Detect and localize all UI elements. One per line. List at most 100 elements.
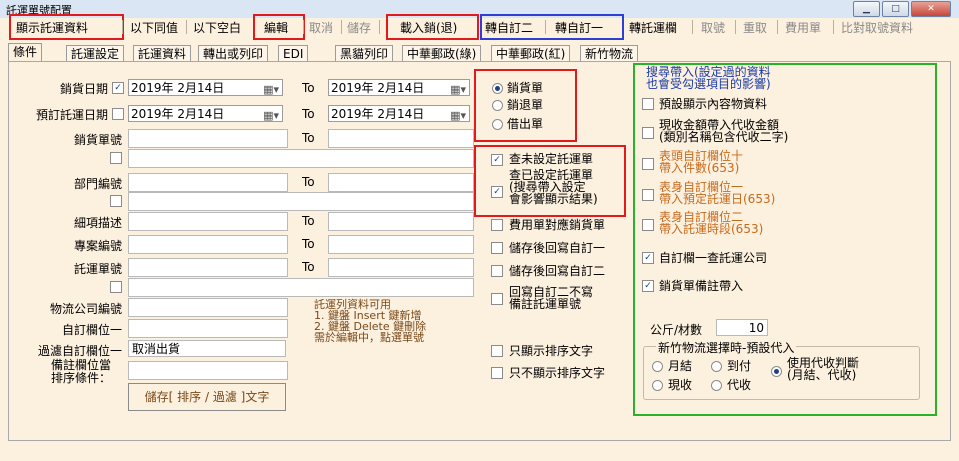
- load-pin-return-button[interactable]: 載入銷(退): [400, 19, 457, 37]
- filter-custom1-input[interactable]: 取消出貨: [128, 340, 286, 357]
- tab-shipment-settings[interactable]: 託運設定: [66, 45, 125, 62]
- sales-no-to[interactable]: [328, 129, 474, 148]
- body-custom1-checkbox[interactable]: [642, 189, 654, 201]
- minimize-button[interactable]: ▁: [853, 1, 880, 17]
- query-set-label: 查已設定託運單 (搜尋帶入設定 會影響顯示結果): [509, 168, 598, 206]
- tab-post-red[interactable]: 中華郵政(紅): [491, 45, 571, 62]
- cancel-button[interactable]: 取消: [309, 19, 333, 37]
- item-desc-from[interactable]: [128, 212, 288, 231]
- order-date-to[interactable]: 2019年 2月14日 ▦▾: [328, 105, 470, 122]
- order-date-from[interactable]: 2019年 2月14日 ▦▾: [128, 105, 283, 122]
- toolbar-separator: [379, 20, 380, 34]
- expense-button[interactable]: 費用單: [785, 19, 821, 37]
- maximize-button[interactable]: □: [882, 1, 909, 17]
- header-custom10-checkbox[interactable]: [642, 158, 654, 170]
- preset-content-checkbox[interactable]: [642, 98, 654, 110]
- sales-date-from[interactable]: 2019年 2月14日 ▦▾: [128, 79, 283, 96]
- cancel-sale-button[interactable]: 取號: [701, 19, 725, 37]
- to-custom2-button[interactable]: 轉自訂二: [485, 19, 533, 37]
- return-radio[interactable]: [492, 100, 503, 111]
- sales-radio-label: 銷貨單: [507, 81, 544, 95]
- to-shipment-field-button[interactable]: 轉託運欄: [629, 19, 677, 37]
- custom1-query-checkbox[interactable]: ✓: [642, 252, 654, 264]
- logistics-no-input[interactable]: [128, 298, 288, 317]
- toolbar-separator: [303, 20, 304, 34]
- project-no-to[interactable]: [328, 235, 474, 254]
- lend-radio[interactable]: [492, 119, 503, 130]
- same-below-button[interactable]: 以下同值: [130, 19, 178, 37]
- tab-shipment-data[interactable]: 託運資料: [133, 45, 192, 62]
- to-custom1-button[interactable]: 轉自訂一: [555, 19, 603, 37]
- ship-no-extra[interactable]: [128, 278, 474, 297]
- toolbar-separator: [735, 20, 736, 34]
- sales-date-to[interactable]: 2019年 2月14日 ▦▾: [328, 79, 470, 96]
- to-label: To: [302, 237, 315, 251]
- tab-black-cat[interactable]: 黑貓列印: [335, 45, 394, 62]
- sales-no-from[interactable]: [128, 129, 288, 148]
- ship-no-to[interactable]: [328, 258, 474, 277]
- monthly-label: 月結: [668, 359, 693, 373]
- order-date-label: 預訂託運日期: [35, 108, 108, 122]
- write-custom2-label: 儲存後回寫自訂二: [509, 264, 606, 278]
- cash-amount-checkbox[interactable]: [642, 127, 654, 139]
- dept-no-from[interactable]: [128, 173, 288, 192]
- blank-below-button[interactable]: 以下空白: [193, 19, 241, 37]
- tab-edi[interactable]: EDI: [278, 45, 309, 62]
- close-button[interactable]: ✕: [911, 1, 951, 17]
- calendar-dropdown-icon[interactable]: ▦▾: [263, 81, 279, 98]
- sales-no-checkbox[interactable]: [110, 152, 122, 164]
- window-controls: ▁ □ ✕: [853, 1, 951, 17]
- dept-no-checkbox[interactable]: [110, 195, 122, 207]
- compare-button[interactable]: 比對取號資料: [841, 19, 913, 37]
- sales-remark-label: 銷貨單備註帶入: [659, 279, 744, 293]
- preset-content-label: 預設顯示內容物資料: [659, 97, 768, 111]
- retake-button[interactable]: 重取: [743, 19, 767, 37]
- expense-match-checkbox[interactable]: [491, 219, 503, 231]
- query-unset-checkbox[interactable]: ✓: [491, 154, 503, 166]
- custom-field1-input[interactable]: [128, 319, 288, 338]
- only-sort-checkbox[interactable]: [491, 345, 503, 357]
- tab-hsinchu[interactable]: 新竹物流: [580, 45, 639, 62]
- use-collect-radio[interactable]: [771, 366, 782, 377]
- sales-remark-checkbox[interactable]: ✓: [642, 280, 654, 292]
- body-custom2-checkbox[interactable]: [642, 219, 654, 231]
- sales-date-checkbox[interactable]: ✓: [112, 82, 124, 94]
- toolbar-separator: [341, 20, 342, 34]
- dept-no-extra[interactable]: [128, 192, 474, 211]
- write-custom2-checkbox[interactable]: [491, 265, 503, 277]
- order-date-checkbox[interactable]: [112, 108, 124, 120]
- no-sort-checkbox[interactable]: [491, 367, 503, 379]
- sales-radio[interactable]: [492, 83, 503, 94]
- calendar-dropdown-icon[interactable]: ▦▾: [450, 81, 466, 98]
- cash-radio[interactable]: [652, 380, 663, 391]
- monthly-radio[interactable]: [652, 361, 663, 372]
- save-sort-filter-button[interactable]: 儲存[ 排序 / 過濾 ]文字: [128, 383, 286, 411]
- calendar-dropdown-icon[interactable]: ▦▾: [263, 107, 279, 124]
- tab-export-print[interactable]: 轉出或列印: [198, 45, 269, 62]
- ship-no-checkbox[interactable]: [110, 281, 122, 293]
- edit-button[interactable]: 編輯: [264, 19, 288, 37]
- sales-date-label: 銷貨日期: [59, 82, 108, 96]
- item-desc-label: 細項描述: [73, 216, 122, 230]
- save-button[interactable]: 儲存: [347, 19, 371, 37]
- project-no-from[interactable]: [128, 235, 288, 254]
- remark-sort-input[interactable]: [128, 361, 288, 380]
- write-custom2-no-checkbox[interactable]: [491, 293, 503, 305]
- calendar-dropdown-icon[interactable]: ▦▾: [450, 107, 466, 124]
- sales-no-extra[interactable]: [128, 149, 474, 168]
- header-custom10-label: 表頭自訂欄位十 帶入件數(653): [659, 149, 744, 175]
- to-label: To: [302, 260, 315, 274]
- item-desc-to[interactable]: [328, 212, 474, 231]
- kg-per-cuft-input[interactable]: 10: [716, 319, 768, 336]
- filter-custom1-label: 過濾自訂欄位一: [37, 344, 122, 358]
- tab-post-green[interactable]: 中華郵政(綠): [402, 45, 482, 62]
- dept-no-to[interactable]: [328, 173, 474, 192]
- collect-radio[interactable]: [711, 380, 722, 391]
- ship-no-from[interactable]: [128, 258, 288, 277]
- cod-radio[interactable]: [711, 361, 722, 372]
- write-custom1-checkbox[interactable]: [491, 242, 503, 254]
- to-label: To: [302, 107, 315, 121]
- tab-conditions[interactable]: 條件: [8, 43, 43, 62]
- show-shipment-button[interactable]: 顯示託運資料: [16, 19, 88, 37]
- query-set-checkbox[interactable]: ✓: [491, 186, 503, 198]
